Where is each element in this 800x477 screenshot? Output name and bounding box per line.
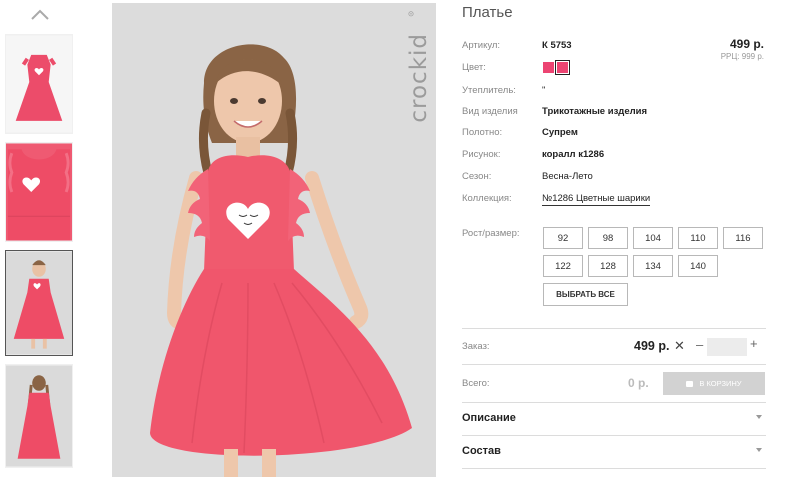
divider — [462, 402, 766, 403]
cart-icon — [686, 380, 694, 387]
select-all-sizes-button[interactable]: ВЫБРАТЬ ВСЕ — [543, 283, 628, 306]
spec-row-insulation: Утеплитель: " — [462, 85, 768, 101]
chevron-up-icon[interactable] — [29, 8, 51, 22]
thumbnail-2[interactable] — [5, 142, 73, 242]
quantity-input[interactable] — [707, 338, 747, 356]
brand-watermark: crockid — [406, 33, 432, 123]
spec-value: Супрем — [542, 127, 578, 138]
total-label: Всего: — [462, 378, 490, 389]
spec-row-fabric: Полотно: Супрем — [462, 127, 768, 143]
spec-label: Утеплитель: — [462, 85, 516, 96]
main-product-photo[interactable]: crockid — [112, 3, 436, 477]
accordion-title: Состав — [462, 445, 501, 457]
spec-label: Сезон: — [462, 171, 492, 182]
spec-label: Артикул: — [462, 40, 501, 51]
size-option-128[interactable]: 128 — [588, 255, 628, 277]
thumbnail-column — [0, 0, 80, 477]
size-option-104[interactable]: 104 — [633, 227, 673, 249]
spec-label: Цвет: — [462, 62, 486, 73]
thumbnail-4[interactable] — [5, 364, 73, 468]
divider — [462, 328, 766, 329]
collection-link[interactable]: №1286 Цветные шарики — [542, 193, 651, 206]
spec-row-type: Вид изделия Трикотажные изделия — [462, 106, 768, 122]
spec-label: Полотно: — [462, 127, 503, 138]
size-label: Рост/размер: — [462, 228, 520, 239]
size-option-92[interactable]: 92 — [543, 227, 583, 249]
product-info-panel: Платье 499 р. РРЦ: 999 р. Артикул: К 575… — [462, 0, 768, 477]
divider — [462, 435, 766, 436]
add-to-cart-button[interactable]: В КОРЗИНУ — [663, 372, 765, 395]
times-icon: ✕ — [674, 338, 685, 353]
add-to-cart-label: В КОРЗИНУ — [699, 379, 742, 388]
chevron-down-icon — [756, 415, 762, 419]
product-title: Платье — [462, 4, 513, 21]
size-option-98[interactable]: 98 — [588, 227, 628, 249]
spec-value: коралл к1286 — [542, 149, 605, 160]
spec-row-print: Рисунок: коралл к1286 — [462, 149, 768, 165]
spec-label: Рисунок: — [462, 149, 501, 160]
thumbnail-1[interactable] — [5, 34, 73, 134]
spec-value: Трикотажные изделия — [542, 106, 648, 117]
spec-row-color: Цвет: — [462, 62, 768, 78]
spec-value: " — [542, 85, 546, 96]
accordion-composition[interactable]: Состав — [462, 445, 766, 463]
accordion-description[interactable]: Описание — [462, 412, 766, 430]
size-option-140[interactable]: 140 — [678, 255, 718, 277]
accordion-title: Описание — [462, 412, 516, 424]
spec-row-season: Сезон: Весна-Лето — [462, 171, 768, 187]
color-swatch-2[interactable] — [555, 60, 570, 75]
order-price: 499 р. — [634, 339, 670, 353]
spec-row-collection: Коллекция: №1286 Цветные шарики — [462, 193, 768, 209]
spec-value: Весна-Лето — [542, 171, 593, 182]
spec-row-article: Артикул: К 5753 — [462, 40, 768, 56]
size-option-122[interactable]: 122 — [543, 255, 583, 277]
size-option-116[interactable]: 116 — [723, 227, 763, 249]
total-value: 0 р. — [628, 376, 649, 390]
color-swatch-1[interactable] — [543, 62, 554, 73]
divider — [462, 468, 766, 469]
size-option-134[interactable]: 134 — [633, 255, 673, 277]
divider — [462, 364, 766, 365]
spec-label: Коллекция: — [462, 193, 512, 204]
spec-value: К 5753 — [542, 40, 572, 51]
thumbnail-3[interactable] — [5, 250, 73, 356]
quantity-increase-button[interactable]: + — [750, 336, 762, 354]
chevron-down-icon — [756, 448, 762, 452]
size-option-110[interactable]: 110 — [678, 227, 718, 249]
order-label: Заказ: — [462, 341, 490, 352]
spec-label: Вид изделия — [462, 106, 518, 117]
